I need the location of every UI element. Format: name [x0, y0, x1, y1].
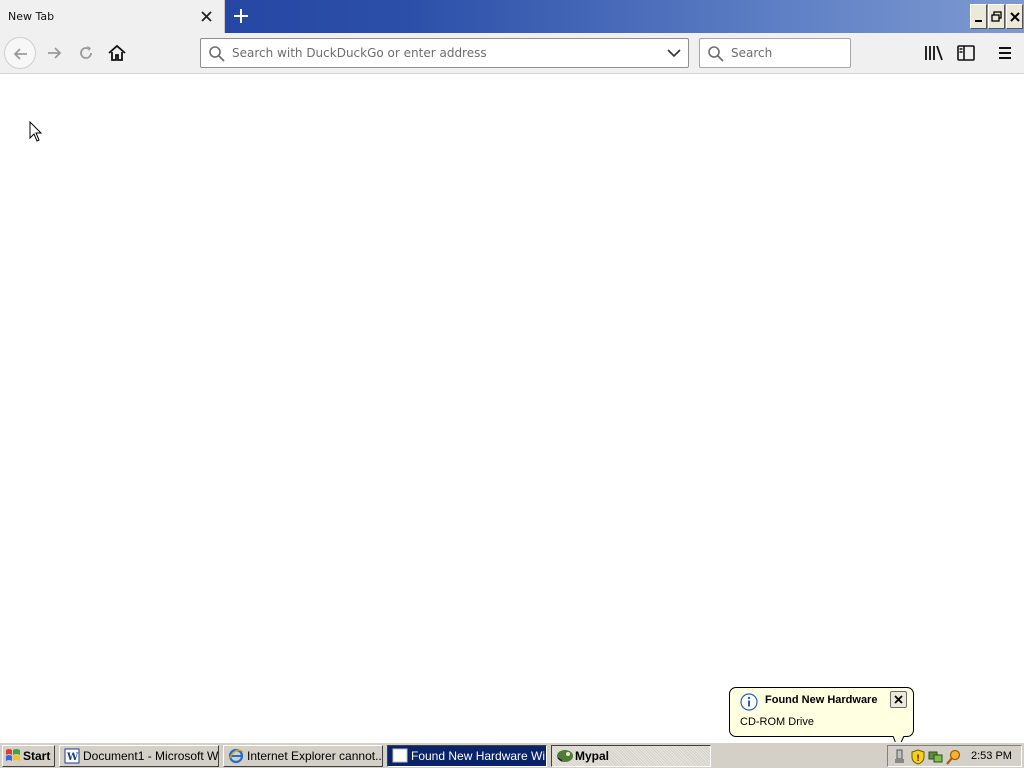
forward-button[interactable] — [38, 37, 70, 69]
taskbar-item-label: Mypal — [575, 749, 610, 763]
notification-close-button[interactable] — [890, 691, 907, 708]
window-icon — [392, 748, 408, 763]
start-label: Start — [23, 749, 51, 763]
back-button[interactable] — [4, 37, 36, 69]
search-bar[interactable] — [699, 38, 851, 68]
svg-text:!: ! — [916, 754, 920, 764]
taskbar: Start W Document1 - Microsoft W... Inter… — [0, 742, 1024, 768]
taskbar-item-found-new-hardware[interactable]: Found New Hardware Wi... — [387, 745, 547, 767]
home-button[interactable] — [101, 37, 133, 69]
windows-logo-icon — [6, 749, 20, 761]
home-icon — [108, 44, 126, 61]
clock: 2:53 PM — [971, 750, 1012, 762]
taskbar-item-label: Document1 - Microsoft W... — [83, 749, 219, 763]
url-input[interactable] — [232, 43, 652, 63]
svg-text:W: W — [66, 752, 79, 763]
taskbar-item-word[interactable]: W Document1 - Microsoft W... — [59, 745, 219, 767]
tab-strip: New Tab — [0, 0, 1024, 33]
hamburger-menu-icon[interactable] — [994, 42, 1016, 64]
mouse-cursor-icon — [29, 121, 43, 142]
notification-balloon[interactable]: Found New Hardware CD-ROM Drive — [729, 687, 914, 737]
sidebar-icon[interactable] — [955, 42, 977, 64]
back-arrow-icon — [13, 48, 27, 60]
security-shield-icon[interactable]: ! — [910, 749, 926, 765]
search-icon — [209, 46, 225, 62]
taskbar-item-mypal[interactable]: Mypal — [551, 745, 711, 767]
minimize-icon[interactable] — [970, 4, 987, 29]
taskbar-item-label: Internet Explorer cannot... — [247, 749, 383, 763]
close-icon — [894, 695, 903, 704]
nav-toolbar — [0, 33, 1024, 74]
forward-arrow-icon — [48, 47, 62, 59]
word-icon: W — [64, 748, 80, 764]
info-icon — [740, 693, 758, 711]
tab-new-tab[interactable]: New Tab — [0, 0, 225, 33]
notification-title: Found New Hardware — [765, 694, 878, 706]
search-tray-icon[interactable] — [946, 749, 962, 765]
mypal-icon — [557, 750, 573, 762]
notification-message: CD-ROM Drive — [740, 716, 814, 728]
url-bar[interactable] — [200, 38, 689, 68]
taskbar-item-ie[interactable]: Internet Explorer cannot... — [223, 745, 383, 767]
chevron-down-icon[interactable] — [667, 48, 681, 58]
new-tab-plus-icon[interactable] — [230, 5, 252, 27]
restore-icon[interactable] — [988, 4, 1005, 29]
reload-icon — [80, 46, 92, 59]
page-content[interactable] — [0, 74, 1024, 742]
reload-button[interactable] — [70, 37, 102, 69]
system-tray: ! 2:53 PM — [887, 745, 1022, 767]
hardware-device-icon[interactable] — [893, 749, 907, 765]
search-input[interactable] — [731, 43, 843, 63]
library-icon[interactable] — [923, 42, 945, 64]
search-icon — [708, 46, 724, 62]
tab-title: New Tab — [8, 10, 55, 23]
start-button[interactable]: Start — [2, 745, 55, 767]
close-window-icon[interactable] — [1006, 4, 1023, 29]
taskbar-item-label: Found New Hardware Wi... — [411, 749, 547, 763]
network-icon[interactable] — [928, 749, 944, 765]
ie-icon — [228, 748, 244, 764]
tab-close-icon[interactable] — [198, 8, 216, 26]
